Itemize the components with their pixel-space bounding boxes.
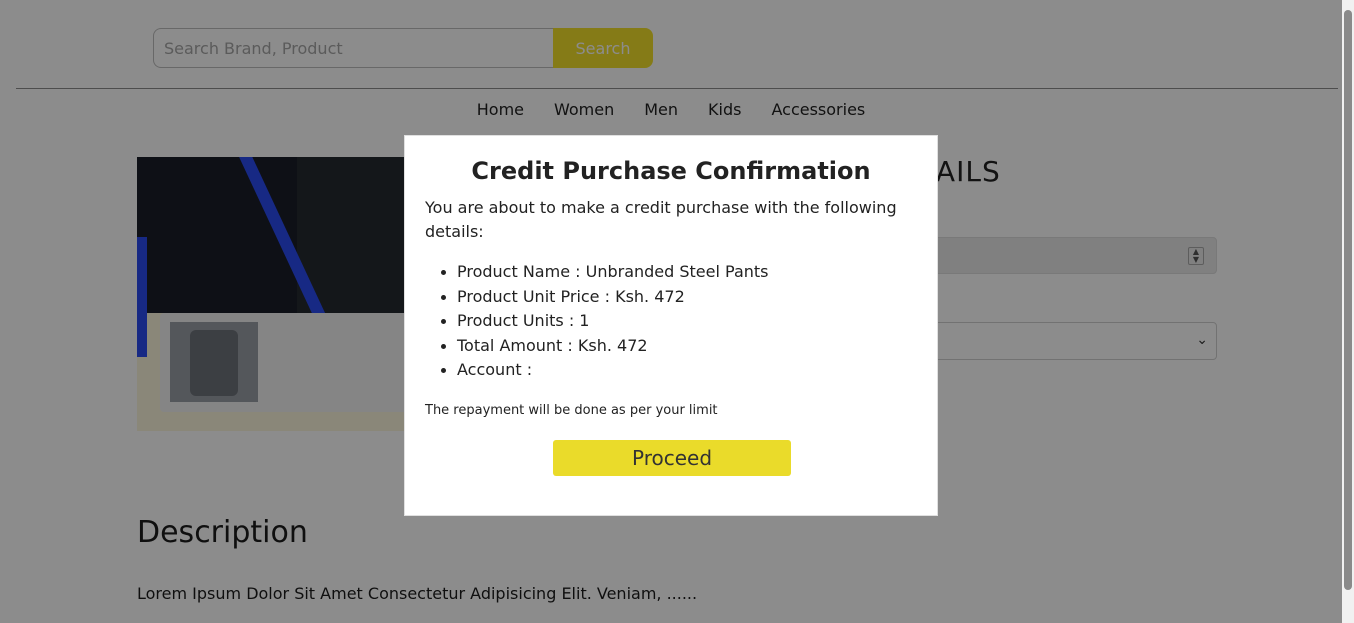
proceed-button[interactable]: Proceed xyxy=(553,440,791,476)
purchase-details: Product Name : Unbranded Steel Pants Pro… xyxy=(425,260,917,383)
credit-confirmation-modal: Credit Purchase Confirmation You are abo… xyxy=(404,135,938,516)
scrollbar-thumb[interactable] xyxy=(1344,10,1352,590)
detail-units: Product Units : 1 xyxy=(441,309,917,334)
page-scrollbar[interactable] xyxy=(1342,0,1354,623)
detail-product-name: Product Name : Unbranded Steel Pants xyxy=(441,260,917,285)
detail-unit-price: Product Unit Price : Ksh. 472 xyxy=(441,285,917,310)
modal-title: Credit Purchase Confirmation xyxy=(471,157,871,185)
modal-intro: You are about to make a credit purchase … xyxy=(425,198,897,241)
detail-account: Account : xyxy=(441,358,917,383)
detail-total-amount: Total Amount : Ksh. 472 xyxy=(441,334,917,359)
repayment-note: The repayment will be done as per your l… xyxy=(425,402,718,418)
